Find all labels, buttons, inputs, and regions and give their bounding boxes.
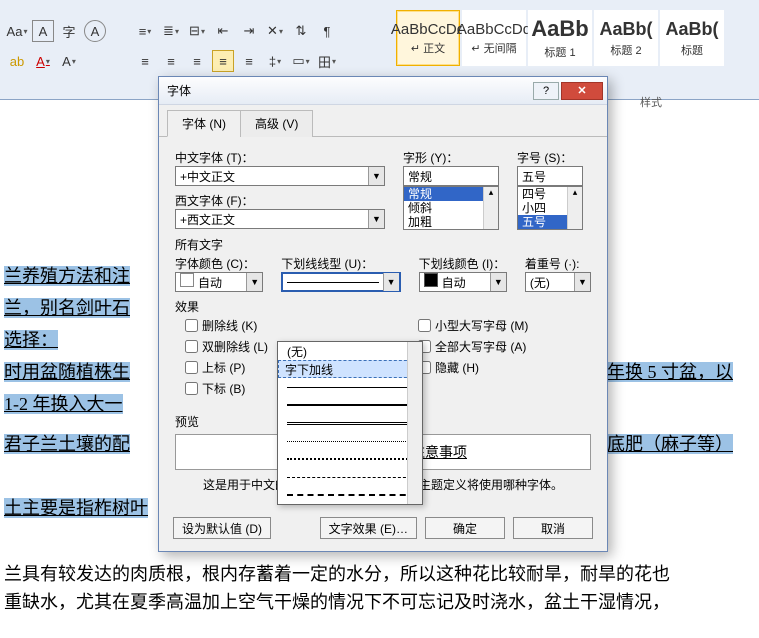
align-left-icon[interactable]: ≡ <box>134 50 156 72</box>
char-shading-icon[interactable]: 字 <box>58 20 80 42</box>
ul-opt-dash[interactable] <box>278 468 422 486</box>
style-item-title[interactable]: AaBb( 标题 <box>660 10 724 66</box>
chk-superscript[interactable]: 上标 (P) <box>185 359 268 376</box>
west-font-combo[interactable]: +西文正文 ▼ <box>175 209 385 229</box>
style-item-h2[interactable]: AaBb( 标题 2 <box>594 10 658 66</box>
font-dialog: 字体 ? ✕ 字体 (N) 高级 (V) 中文字体 (T)： +中文正文 ▼ 西… <box>158 76 608 552</box>
asian-layout-icon[interactable]: ✕▾ <box>264 20 286 42</box>
char-fill-icon[interactable]: A▾ <box>58 50 80 72</box>
scrollbar[interactable]: ▴ <box>483 187 498 229</box>
label-west-font: 西文字体 (F)： <box>175 192 385 209</box>
align-center-icon[interactable]: ≡ <box>160 50 182 72</box>
label-size: 字号 (S)： <box>517 149 583 166</box>
borders-icon[interactable]: 田▾ <box>316 50 338 72</box>
tab-advanced[interactable]: 高级 (V) <box>240 110 313 137</box>
size-input[interactable]: 五号 <box>517 166 583 186</box>
underline-style-popup[interactable]: (无) 字下加线 <box>277 341 423 505</box>
label-font-color: 字体颜色 (C)： <box>175 255 263 272</box>
chk-smallcaps[interactable]: 小型大写字母 (M) <box>418 317 528 334</box>
align-right-icon[interactable]: ≡ <box>186 50 208 72</box>
emphasis-combo[interactable]: (无) ▼ <box>525 272 591 292</box>
effects-right: 小型大写字母 (M) 全部大写字母 (A) 隐藏 (H) <box>418 317 528 397</box>
effects-left: 删除线 (K) 双删除线 (L) 上标 (P) 下标 (B) <box>185 317 268 397</box>
underline-color-combo[interactable]: 自动 ▼ <box>419 272 507 292</box>
chevron-down-icon[interactable]: ▼ <box>490 273 506 291</box>
ul-opt-words[interactable]: 字下加线 <box>278 360 422 378</box>
numbering-icon[interactable]: ≣▾ <box>160 20 182 42</box>
cancel-button[interactable]: 取消 <box>513 517 593 539</box>
underline-style-combo[interactable]: ▼ <box>281 272 400 292</box>
scrollbar[interactable] <box>407 342 422 504</box>
chevron-down-icon[interactable]: ▼ <box>574 273 590 291</box>
styles-gallery[interactable]: AaBbCcDd ↵ 正文 AaBbCcDd ↵ 无间隔 AaBb 标题 1 A… <box>396 10 724 66</box>
enclose-icon[interactable]: A <box>84 20 106 42</box>
chevron-down-icon[interactable]: ▼ <box>368 167 384 185</box>
chevron-down-icon[interactable]: ▼ <box>246 273 262 291</box>
show-marks-icon[interactable]: ¶ <box>316 20 338 42</box>
label-cn-font: 中文字体 (T)： <box>175 149 385 166</box>
ul-opt-dot-thick[interactable] <box>278 450 422 468</box>
label-underline-color: 下划线颜色 (I)： <box>419 255 507 272</box>
chevron-down-icon[interactable]: ▼ <box>383 273 399 291</box>
indent-inc-icon[interactable]: ⇥ <box>238 20 260 42</box>
cn-font-combo[interactable]: +中文正文 ▼ <box>175 166 385 186</box>
ul-opt-single[interactable] <box>278 378 422 396</box>
text-effects-button[interactable]: 文字效果 (E)… <box>320 517 417 539</box>
bullets-icon[interactable]: ≡▾ <box>134 20 156 42</box>
label-underline-style: 下划线线型 (U)： <box>281 255 400 272</box>
sort-icon[interactable]: ⇅ <box>290 20 312 42</box>
tab-font[interactable]: 字体 (N) <box>167 110 241 137</box>
style-item-h1[interactable]: AaBb 标题 1 <box>528 10 592 66</box>
dialog-title: 字体 <box>167 82 531 99</box>
chk-dblstrike[interactable]: 双删除线 (L) <box>185 338 268 355</box>
chk-subscript[interactable]: 下标 (B) <box>185 380 268 397</box>
ribbon-group-styles-label: 样式 <box>640 94 662 110</box>
distribute-icon[interactable]: ≡ <box>238 50 260 72</box>
style-listbox[interactable]: 常规 倾斜 加粗 ▴ <box>403 186 499 230</box>
indent-dec-icon[interactable]: ⇤ <box>212 20 234 42</box>
change-case-icon[interactable]: Aa▾ <box>6 20 28 42</box>
dialog-tabs: 字体 (N) 高级 (V) <box>159 105 607 137</box>
style-input[interactable]: 常规 <box>403 166 499 186</box>
align-justify-icon[interactable]: ≡ <box>212 50 234 72</box>
ul-opt-double[interactable] <box>278 414 422 432</box>
ul-opt-dot[interactable] <box>278 432 422 450</box>
dialog-titlebar[interactable]: 字体 ? ✕ <box>159 77 607 105</box>
chevron-down-icon[interactable]: ▼ <box>368 210 384 228</box>
chk-strike[interactable]: 删除线 (K) <box>185 317 268 334</box>
label-emphasis: 着重号 (·): <box>525 255 591 272</box>
highlight-icon[interactable]: ab <box>6 50 28 72</box>
chk-allcaps[interactable]: 全部大写字母 (A) <box>418 338 528 355</box>
close-button[interactable]: ✕ <box>561 82 603 100</box>
style-item-normal[interactable]: AaBbCcDd ↵ 正文 <box>396 10 460 66</box>
multilevel-icon[interactable]: ⊟▾ <box>186 20 208 42</box>
ok-button[interactable]: 确定 <box>425 517 505 539</box>
line-spacing-icon[interactable]: ‡▾ <box>264 50 286 72</box>
char-border-icon[interactable]: A <box>32 20 54 42</box>
ul-opt-none[interactable]: (无) <box>278 342 422 360</box>
set-default-button[interactable]: 设为默认值 (D) <box>173 517 271 539</box>
ul-opt-dash-thick[interactable] <box>278 486 422 504</box>
label-effects: 效果 <box>175 298 591 315</box>
dialog-buttons: 设为默认值 (D) 文字效果 (E)… 确定 取消 <box>159 509 607 551</box>
help-button[interactable]: ? <box>533 82 559 100</box>
style-item-nospacing[interactable]: AaBbCcDd ↵ 无间隔 <box>462 10 526 66</box>
font-color-combo[interactable]: 自动 ▼ <box>175 272 263 292</box>
chk-hidden[interactable]: 隐藏 (H) <box>418 359 528 376</box>
scrollbar[interactable]: ▴ <box>567 187 582 229</box>
ul-opt-thick[interactable] <box>278 396 422 414</box>
label-all-text: 所有文字 <box>175 236 591 253</box>
font-color-icon[interactable]: A▾ <box>32 50 54 72</box>
label-style: 字形 (Y)： <box>403 149 499 166</box>
shading-icon[interactable]: ▭▾ <box>290 50 312 72</box>
size-listbox[interactable]: 四号 小四 五号 ▴ <box>517 186 583 230</box>
